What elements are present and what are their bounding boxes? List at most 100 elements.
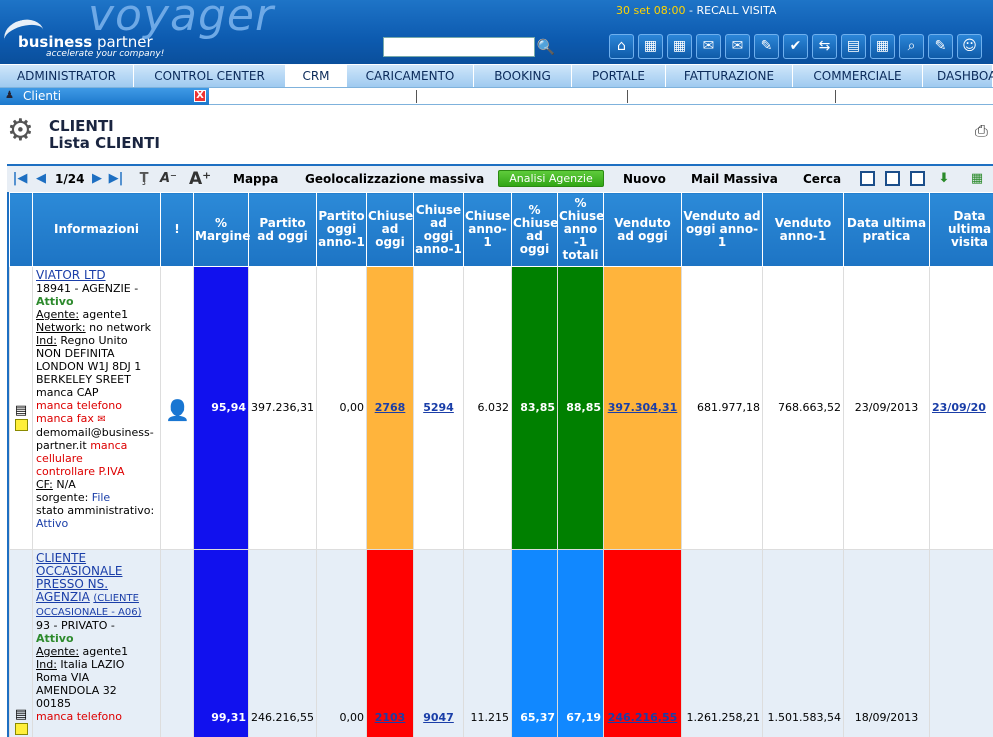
data-visita-link[interactable]: 23/09/20 bbox=[932, 401, 986, 414]
magnifier-icon[interactable]: ⌕ bbox=[899, 34, 924, 59]
document-icon[interactable]: ▤ bbox=[841, 34, 866, 59]
menu-item-portale[interactable]: PORTALE bbox=[572, 65, 666, 87]
warning-phone: manca telefono bbox=[36, 399, 122, 412]
font-increase-icon[interactable]: A⁺ bbox=[189, 171, 211, 188]
menu-item-dashboard[interactable]: DASHBOA bbox=[923, 65, 993, 87]
col-header-chiuse-prev[interactable]: Chiuse ad oggi anno-1 bbox=[413, 192, 464, 267]
tab-clienti[interactable]: ♟ Clienti X bbox=[0, 88, 209, 105]
mail-massiva-button[interactable]: Mail Massiva bbox=[691, 166, 778, 192]
warning-vat: controllare P.IVA bbox=[36, 465, 125, 478]
chiuse-link[interactable]: 2103 bbox=[375, 711, 406, 724]
notes-icon[interactable]: ▤ bbox=[12, 708, 30, 722]
export-grid-icon[interactable]: ▦ bbox=[969, 171, 985, 187]
col-header-partito-prev[interactable]: Partito oggi anno-1 bbox=[316, 192, 367, 267]
last-page-icon[interactable]: ▶| bbox=[108, 171, 124, 187]
address-line: NON DEFINITA bbox=[36, 347, 115, 360]
menu-item-fatturazione[interactable]: FATTURAZIONE bbox=[666, 65, 793, 87]
chiuse-link[interactable]: 2768 bbox=[375, 401, 406, 414]
agent-value: agente1 bbox=[79, 645, 129, 658]
menu-item-caricamento[interactable]: CARICAMENTO bbox=[347, 65, 474, 87]
analisi-agenzie-button[interactable]: Analisi Agenzie bbox=[498, 170, 604, 187]
agent-label: Agente: bbox=[36, 308, 80, 321]
sticky-note-icon[interactable] bbox=[14, 723, 28, 735]
close-icon[interactable]: X bbox=[194, 90, 206, 102]
col-header-margine[interactable]: % Margine bbox=[193, 192, 250, 267]
mail-alert-icon[interactable]: ✉ bbox=[725, 34, 750, 59]
font-decrease-icon[interactable]: A⁻ bbox=[160, 171, 177, 187]
chiuse-prev-link[interactable]: 9047 bbox=[423, 711, 454, 724]
chiuse-prev-cell: 9047 bbox=[413, 549, 464, 737]
reminder-notice[interactable]: 30 set 08:00 - RECALL VISITA bbox=[616, 4, 776, 17]
page-indicator: 1/24 bbox=[55, 172, 85, 186]
menu-item-commerciale[interactable]: COMMERCIALE bbox=[793, 65, 923, 87]
transfer-icon[interactable]: ⇆ bbox=[812, 34, 837, 59]
col-header-pct-totali[interactable]: % Chiuse anno -1 totali bbox=[557, 192, 604, 267]
venduto-anno-cell: 768.663,52 bbox=[762, 266, 844, 550]
filter-icon[interactable]: Ţ bbox=[136, 171, 152, 187]
admin-state-label: stato amministrativo: bbox=[36, 504, 155, 517]
mappa-button[interactable]: Mappa bbox=[233, 166, 278, 192]
client-status: Attivo bbox=[36, 632, 74, 645]
page-title: CLIENTI bbox=[49, 117, 114, 135]
calendar-icon[interactable]: ▦ bbox=[638, 34, 663, 59]
data-pratica-cell: 23/09/2013 bbox=[843, 266, 930, 550]
table-row: ▤ CLIENTE OCCASIONALE PRESSO NS. AGENZIA… bbox=[9, 549, 993, 737]
row-actions: ▤ bbox=[9, 549, 33, 737]
col-header-data-pratica[interactable]: Data ultima pratica bbox=[843, 192, 930, 267]
calendar-add-icon[interactable]: ▦ bbox=[667, 34, 692, 59]
envelope-icon[interactable]: ✉ bbox=[97, 414, 105, 425]
chiuse-anno-cell: 11.215 bbox=[463, 549, 512, 737]
pct-chiuse-cell: 65,37 bbox=[511, 549, 558, 737]
cerca-button[interactable]: Cerca bbox=[803, 166, 841, 192]
pct-totali-cell: 67,19 bbox=[557, 549, 604, 737]
col-header-venduto-prev[interactable]: Venduto ad oggi anno-1 bbox=[681, 192, 763, 267]
prev-page-icon[interactable]: ◀ bbox=[33, 171, 49, 187]
next-page-icon[interactable]: ▶ bbox=[89, 171, 105, 187]
col-header-venduto[interactable]: Venduto ad oggi bbox=[603, 192, 682, 267]
client-source: sorgente: File bbox=[36, 491, 158, 504]
col-header-pct-chiuse[interactable]: % Chiuse ad oggi bbox=[511, 192, 558, 267]
mail-icon[interactable]: ✉ bbox=[696, 34, 721, 59]
checklist-icon[interactable]: ✔ bbox=[783, 34, 808, 59]
download-icon[interactable]: ⬇ bbox=[936, 171, 952, 187]
home-icon[interactable]: ⌂ bbox=[609, 34, 634, 59]
col-header-chiuse-anno[interactable]: Chiuse anno-1 bbox=[463, 192, 512, 267]
nuovo-button[interactable]: Nuovo bbox=[623, 166, 666, 192]
sticky-note-icon[interactable] bbox=[14, 419, 28, 431]
tab-divider bbox=[416, 90, 417, 103]
pen-icon[interactable]: ✎ bbox=[754, 34, 779, 59]
users-icon[interactable]: ☺ bbox=[957, 34, 982, 59]
col-header-partito[interactable]: Partito ad oggi bbox=[248, 192, 317, 267]
col-header-informazioni[interactable]: Informazioni bbox=[32, 192, 161, 267]
menu-item-administrator[interactable]: ADMINISTRATOR bbox=[0, 65, 134, 87]
ind-label: Ind: bbox=[36, 658, 57, 671]
search-input[interactable] bbox=[383, 37, 535, 57]
notes-icon[interactable]: ▤ bbox=[12, 404, 30, 418]
client-name-link[interactable]: VIATOR LTD bbox=[36, 268, 106, 282]
chiuse-prev-link[interactable]: 5294 bbox=[423, 401, 454, 414]
col-header-chiuse[interactable]: Chiuse ad oggi bbox=[366, 192, 414, 267]
user-alert-icon[interactable]: 👤 bbox=[165, 398, 190, 422]
notes-icon[interactable]: ✎ bbox=[928, 34, 953, 59]
menu-item-control-center[interactable]: CONTROL CENTER bbox=[134, 65, 286, 87]
detail-view-icon[interactable] bbox=[885, 171, 900, 186]
menu-item-crm[interactable]: CRM bbox=[286, 65, 347, 87]
search-icon[interactable]: 🔍 bbox=[536, 37, 556, 57]
col-header-venduto-anno[interactable]: Venduto anno-1 bbox=[762, 192, 844, 267]
list-view-icon[interactable] bbox=[860, 171, 875, 186]
col-header-alert[interactable]: ! bbox=[160, 192, 194, 267]
first-page-icon[interactable]: |◀ bbox=[12, 171, 28, 187]
calculator-icon[interactable]: ▦ bbox=[870, 34, 895, 59]
compact-view-icon[interactable] bbox=[910, 171, 925, 186]
venduto-link[interactable]: 397.304,31 bbox=[608, 401, 678, 414]
print-icon[interactable]: ⎙ bbox=[975, 121, 993, 141]
client-address: Ind: Regno Unito bbox=[36, 334, 158, 347]
geolocalizzazione-button[interactable]: Geolocalizzazione massiva bbox=[305, 166, 484, 192]
client-cf: CF: N/A bbox=[36, 478, 158, 491]
col-header-data-visita[interactable]: Data ultima visita bbox=[929, 192, 993, 267]
ind-label: Ind: bbox=[36, 334, 57, 347]
venduto-link[interactable]: 246.216,55 bbox=[608, 711, 678, 724]
menu-item-booking[interactable]: BOOKING bbox=[474, 65, 572, 87]
cf-value: N/A bbox=[52, 478, 76, 491]
venduto-prev-cell: 1.261.258,21 bbox=[681, 549, 763, 737]
